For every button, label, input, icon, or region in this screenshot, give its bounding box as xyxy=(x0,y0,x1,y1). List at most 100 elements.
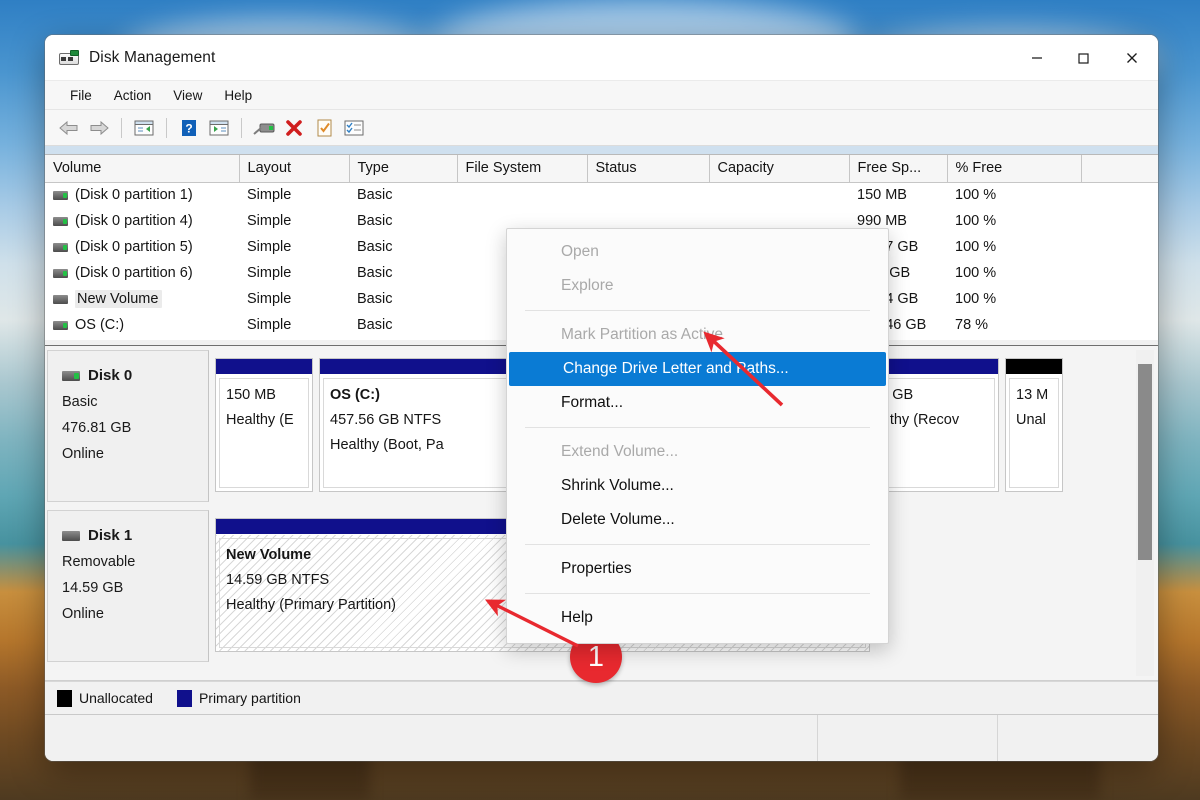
window-title: Disk Management xyxy=(89,48,216,66)
legend: Unallocated Primary partition xyxy=(45,681,1158,715)
status-bar xyxy=(45,715,1158,761)
help-icon[interactable]: ? xyxy=(175,115,203,141)
cell-type: Basic xyxy=(357,239,393,255)
status-segment-2 xyxy=(818,715,998,761)
cell-volume-label: OS (C:) xyxy=(75,317,125,333)
column-header-layout[interactable]: Layout xyxy=(239,155,350,183)
cell-percent-free: 100 % xyxy=(955,187,997,204)
cell-percent-free: 100 % xyxy=(955,265,997,281)
all-tasks-icon[interactable] xyxy=(340,115,368,141)
volume-drive-icon xyxy=(53,216,68,226)
legend-label-unallocated: Unallocated xyxy=(79,690,153,706)
volume-drive-icon xyxy=(53,190,68,200)
properties-icon[interactable] xyxy=(310,115,338,141)
cell-volume-label: (Disk 0 partition 4) xyxy=(75,213,193,229)
disk-kind-1: Removable xyxy=(62,554,136,570)
cell-type: Basic xyxy=(357,291,393,307)
cell-filler xyxy=(1081,286,1158,312)
cell-file-system xyxy=(457,182,587,208)
disk-status-0: Online xyxy=(62,446,104,462)
cell-percent-free: 78 % xyxy=(955,317,989,333)
column-header-file-system[interactable]: File System xyxy=(457,155,588,183)
disk-info-0[interactable]: Disk 0 Basic 476.81 GB Online xyxy=(47,350,209,502)
partition-body: 13 M Unal xyxy=(1006,375,1062,491)
volume-table-header-row: Volume Layout Type File System Status Ca… xyxy=(45,155,1158,183)
cell-volume: (Disk 0 partition 6) xyxy=(45,260,239,286)
svg-text:?: ? xyxy=(185,121,192,135)
cell-percent-free: 100 % xyxy=(955,213,997,229)
cell-status xyxy=(587,182,709,208)
menu-item-help[interactable]: Help xyxy=(213,85,263,106)
removable-drive-icon xyxy=(62,531,80,541)
menu-item-action[interactable]: Action xyxy=(103,85,163,106)
partition-0-4[interactable]: 13 M Unal xyxy=(1005,358,1063,492)
pane-top-strip xyxy=(45,146,1158,154)
cell-capacity xyxy=(709,182,849,208)
menu-item-file[interactable]: File xyxy=(59,85,103,106)
legend-label-primary-partition: Primary partition xyxy=(198,690,301,706)
disk-name-1: Disk 1 xyxy=(88,527,133,544)
column-header-status[interactable]: Status xyxy=(587,155,710,183)
context-menu-item-delete-volume[interactable]: Delete Volume... xyxy=(507,503,888,537)
cell-layout: Simple xyxy=(247,213,292,229)
graph-vertical-scrollbar[interactable] xyxy=(1136,350,1154,676)
window-controls xyxy=(1014,35,1158,80)
show-hide-console-tree-icon[interactable] xyxy=(130,115,158,141)
partition-color-bar xyxy=(216,359,312,375)
context-menu-item-format[interactable]: Format... xyxy=(507,386,888,420)
context-menu-item-properties[interactable]: Properties xyxy=(507,552,888,586)
cell-layout: Simple xyxy=(247,317,292,333)
partition-health: Unal xyxy=(1016,412,1046,428)
column-header-type[interactable]: Type xyxy=(349,155,458,183)
menu-separator xyxy=(525,593,870,594)
column-header-free-space[interactable]: Free Sp... xyxy=(849,155,948,183)
status-segment-3 xyxy=(998,715,1158,761)
forward-icon[interactable] xyxy=(85,115,113,141)
menu-item-view[interactable]: View xyxy=(162,85,213,106)
cell-volume: OS (C:) xyxy=(45,312,239,338)
column-header-percent-free[interactable]: % Free xyxy=(947,155,1082,183)
context-menu-item-explore: Explore xyxy=(561,277,614,294)
partition-size: 13 M xyxy=(1016,387,1049,403)
column-header-volume[interactable]: Volume xyxy=(45,155,240,183)
cell-volume-label: (Disk 0 partition 1) xyxy=(75,187,193,204)
menu-separator xyxy=(525,544,870,545)
disk-info-1[interactable]: Disk 1 Removable 14.59 GB Online xyxy=(47,510,209,662)
cell-layout: Simple xyxy=(247,239,292,255)
cell-type: Basic xyxy=(357,265,393,281)
rescan-disks-icon[interactable] xyxy=(250,115,278,141)
context-menu-item-mark-partition-as-active: Mark Partition as Active xyxy=(561,326,723,343)
disk-title-1: Disk 1 xyxy=(62,523,208,549)
title-bar[interactable]: Disk Management xyxy=(45,35,1158,80)
cell-volume: (Disk 0 partition 4) xyxy=(45,208,239,234)
show-hide-action-pane-icon[interactable] xyxy=(205,115,233,141)
column-header-capacity[interactable]: Capacity xyxy=(709,155,850,183)
scrollbar-thumb[interactable] xyxy=(1138,364,1152,560)
cell-percent-free: 100 % xyxy=(955,239,997,255)
legend-swatch-unallocated xyxy=(57,689,72,707)
cell-filler xyxy=(1081,234,1158,260)
cell-volume: (Disk 0 partition 1) xyxy=(45,182,239,208)
partition-size: 150 MB xyxy=(226,387,276,403)
partition-0-0[interactable]: 150 MB Healthy (E xyxy=(215,358,313,492)
cell-volume-label: (Disk 0 partition 6) xyxy=(75,265,193,281)
disk-kind-0: Basic xyxy=(62,394,98,410)
volume-drive-icon xyxy=(53,320,68,330)
menu-separator xyxy=(525,427,870,428)
maximize-button[interactable] xyxy=(1060,35,1106,80)
disk-size-0: 476.81 GB xyxy=(62,420,132,436)
delete-icon[interactable] xyxy=(280,115,308,141)
context-menu-item-help[interactable]: Help xyxy=(507,601,888,635)
close-button[interactable] xyxy=(1106,35,1158,80)
back-icon[interactable] xyxy=(55,115,83,141)
table-row[interactable]: (Disk 0 partition 1) Simple Basic 150 MB 100… xyxy=(45,182,1158,208)
menu-separator xyxy=(525,310,870,311)
context-menu-item-change-drive-letter-and-paths[interactable]: Change Drive Letter and Paths... xyxy=(509,352,886,386)
minimize-button[interactable] xyxy=(1014,35,1060,80)
toolbar: ? xyxy=(45,110,1158,146)
cell-filler xyxy=(1081,208,1158,234)
context-menu-item-shrink-volume[interactable]: Shrink Volume... xyxy=(507,469,888,503)
menu-bar: File Action View Help xyxy=(45,80,1158,110)
disk-drive-icon xyxy=(59,49,79,66)
cell-volume: (Disk 0 partition 5) xyxy=(45,234,239,260)
